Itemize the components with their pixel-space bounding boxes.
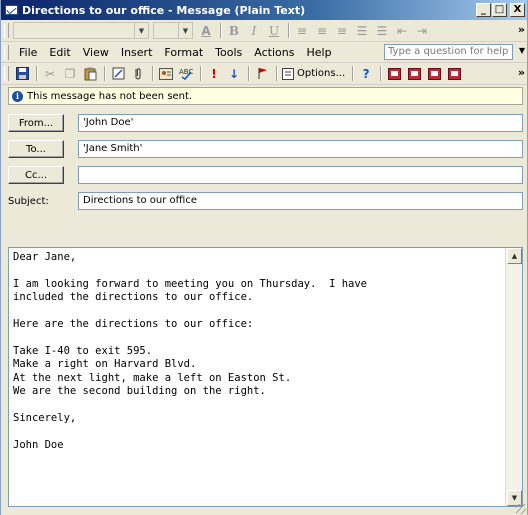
menu-file[interactable]: File bbox=[13, 46, 43, 59]
attach-icon[interactable] bbox=[129, 65, 147, 83]
help-question-input[interactable]: Type a question for help bbox=[384, 44, 513, 60]
from-field[interactable]: 'John Doe' bbox=[78, 114, 523, 132]
window-title: Directions to our office - Message (Plai… bbox=[22, 3, 306, 17]
address-book-icon[interactable] bbox=[109, 65, 127, 83]
next-item-icon[interactable] bbox=[405, 65, 423, 83]
toolbar-separator bbox=[36, 66, 38, 81]
formatting-toolbar: ▼ ▼ A B I U ≡ ≡ ≡ ☰ ☰ ⇤ ⇥ » bbox=[1, 20, 527, 42]
toolbar-separator bbox=[288, 23, 290, 38]
toolbar-grip[interactable] bbox=[4, 66, 9, 81]
envelope-icon bbox=[5, 5, 18, 15]
scroll-up-icon[interactable]: ▲ bbox=[507, 248, 522, 264]
to-row: To... 'Jane Smith' bbox=[8, 139, 523, 159]
subject-row: Subject: Directions to our office bbox=[8, 191, 523, 211]
message-body[interactable]: Dear Jane, I am looking forward to meeti… bbox=[8, 247, 523, 507]
italic-icon[interactable]: I bbox=[245, 22, 263, 40]
options-button[interactable]: Options... bbox=[297, 68, 345, 79]
high-importance-icon[interactable]: ! bbox=[205, 65, 223, 83]
align-left-icon[interactable]: ≡ bbox=[293, 22, 311, 40]
close-item-icon[interactable] bbox=[445, 65, 463, 83]
spelling-icon[interactable]: ABC bbox=[177, 65, 195, 83]
previous-item-icon[interactable] bbox=[385, 65, 403, 83]
from-row: From... 'John Doe' bbox=[8, 113, 523, 133]
cc-row: Cc... bbox=[8, 165, 523, 185]
info-message: This message has not been sent. bbox=[27, 90, 193, 102]
toolbar-grip[interactable] bbox=[4, 23, 9, 38]
toolbar-separator bbox=[380, 66, 383, 81]
numbering-icon[interactable]: ☰ bbox=[353, 22, 371, 40]
help-icon[interactable]: ? bbox=[357, 65, 375, 83]
info-icon: i bbox=[12, 90, 23, 102]
toolbar-overflow-icon[interactable]: » bbox=[518, 23, 525, 36]
menu-edit[interactable]: Edit bbox=[43, 46, 76, 59]
menu-format[interactable]: Format bbox=[158, 46, 209, 59]
close-button[interactable]: X bbox=[510, 3, 525, 17]
font-size-combo[interactable]: ▼ bbox=[153, 22, 193, 39]
to-button[interactable]: To... bbox=[8, 140, 64, 158]
menu-bar: File Edit View Insert Format Tools Actio… bbox=[1, 42, 527, 63]
bold-icon[interactable]: B bbox=[225, 22, 243, 40]
message-window: Directions to our office - Message (Plai… bbox=[0, 0, 528, 515]
menu-actions[interactable]: Actions bbox=[248, 46, 300, 59]
resize-grip-icon[interactable] bbox=[516, 504, 526, 514]
save-icon[interactable] bbox=[13, 65, 31, 83]
font-color-icon[interactable]: A bbox=[197, 22, 215, 40]
align-center-icon[interactable]: ≡ bbox=[313, 22, 331, 40]
toolbar-separator bbox=[104, 66, 106, 81]
menu-help[interactable]: Help bbox=[300, 46, 337, 59]
toolbar-overflow-icon[interactable]: » bbox=[518, 66, 525, 79]
cc-button[interactable]: Cc... bbox=[8, 166, 64, 184]
to-field[interactable]: 'Jane Smith' bbox=[78, 140, 523, 158]
menu-insert[interactable]: Insert bbox=[115, 46, 159, 59]
chevron-down-icon[interactable]: ▼ bbox=[519, 46, 525, 55]
align-right-icon[interactable]: ≡ bbox=[333, 22, 351, 40]
toolbar-separator bbox=[248, 66, 250, 81]
font-name-combo[interactable]: ▼ bbox=[13, 22, 149, 39]
low-importance-icon[interactable]: ↓ bbox=[225, 65, 243, 83]
toolbar-separator bbox=[200, 66, 202, 81]
minimize-button[interactable]: _ bbox=[476, 3, 491, 17]
subject-label: Subject: bbox=[8, 195, 49, 207]
increase-indent-icon[interactable]: ⇥ bbox=[413, 22, 431, 40]
caption-buttons: _ □ X bbox=[476, 3, 525, 17]
chevron-down-icon: ▼ bbox=[134, 23, 148, 38]
options-icon[interactable] bbox=[281, 65, 295, 83]
message-body-text[interactable]: Dear Jane, I am looking forward to meeti… bbox=[9, 248, 522, 452]
menu-grip[interactable] bbox=[4, 44, 9, 60]
cut-icon[interactable]: ✂ bbox=[41, 65, 59, 83]
toolbar-separator bbox=[276, 66, 278, 81]
decrease-indent-icon[interactable]: ⇤ bbox=[393, 22, 411, 40]
toolbar-separator bbox=[352, 66, 355, 81]
subject-field[interactable]: Directions to our office bbox=[78, 192, 523, 210]
menu-tools[interactable]: Tools bbox=[209, 46, 248, 59]
forward-item-icon[interactable] bbox=[425, 65, 443, 83]
paste-icon[interactable] bbox=[81, 65, 99, 83]
cc-field[interactable] bbox=[78, 166, 523, 184]
bullets-icon[interactable]: ☰ bbox=[373, 22, 391, 40]
contacts-icon[interactable] bbox=[157, 65, 175, 83]
copy-icon[interactable]: ❐ bbox=[61, 65, 79, 83]
info-bar: i This message has not been sent. bbox=[8, 87, 523, 105]
title-bar[interactable]: Directions to our office - Message (Plai… bbox=[1, 0, 527, 20]
toolbar-separator bbox=[220, 23, 222, 38]
standard-toolbar: ✂ ❐ ABC ! ↓ Options... ? » bbox=[1, 63, 527, 85]
menu-view[interactable]: View bbox=[77, 46, 115, 59]
chevron-down-icon: ▼ bbox=[178, 23, 192, 38]
toolbar-separator bbox=[152, 66, 154, 81]
vertical-scrollbar[interactable]: ▲ ▼ bbox=[505, 248, 522, 506]
from-button[interactable]: From... bbox=[8, 114, 64, 132]
maximize-button[interactable]: □ bbox=[492, 3, 507, 17]
follow-up-flag-icon[interactable] bbox=[253, 65, 271, 83]
underline-icon[interactable]: U bbox=[265, 22, 283, 40]
